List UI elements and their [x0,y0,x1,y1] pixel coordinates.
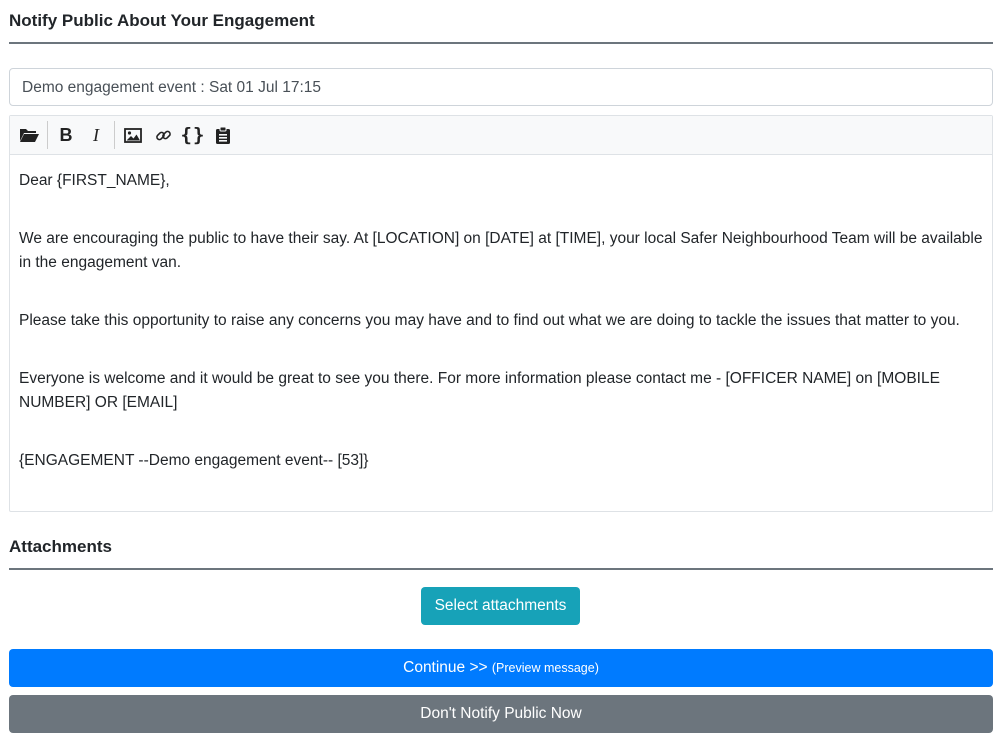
link-icon[interactable] [148,120,178,150]
clipboard-icon[interactable] [208,120,238,150]
editor-toolbar: B I {} [10,116,992,155]
subject-input[interactable]: Demo engagement event : Sat 01 Jul 17:15 [9,68,993,106]
page-title: Notify Public About Your Engagement [9,9,993,44]
folder-open-icon[interactable] [14,120,44,150]
editor-content[interactable]: Dear {FIRST_NAME}, We are encouraging th… [10,155,992,487]
toolbar-divider [114,121,115,149]
continue-label: Continue >> [403,659,492,676]
toolbar-divider [47,121,48,149]
attachments-title: Attachments [9,535,993,570]
message-paragraph: Please take this opportunity to raise an… [19,312,960,329]
image-icon[interactable] [118,120,148,150]
dont-notify-button[interactable]: Don't Notify Public Now [9,695,993,733]
engagement-tag: {ENGAGEMENT --Demo engagement event-- [5… [19,452,369,469]
message-editor: B I {} Dear {FIRST_NAME}, We are encoura… [9,115,993,512]
bold-icon[interactable]: B [51,120,81,150]
italic-icon[interactable]: I [81,120,111,150]
message-greeting: Dear {FIRST_NAME}, [19,172,170,189]
braces-icon[interactable]: {} [178,120,208,150]
preview-message-label: (Preview message) [491,661,599,675]
message-paragraph: We are encouraging the public to have th… [19,230,983,271]
notify-public-page: Notify Public About Your Engagement Demo… [0,0,1005,748]
message-paragraph: Everyone is welcome and it would be grea… [19,370,940,411]
continue-button[interactable]: Continue >> (Preview message) [9,649,993,687]
select-attachments-button[interactable]: Select attachments [421,587,580,625]
